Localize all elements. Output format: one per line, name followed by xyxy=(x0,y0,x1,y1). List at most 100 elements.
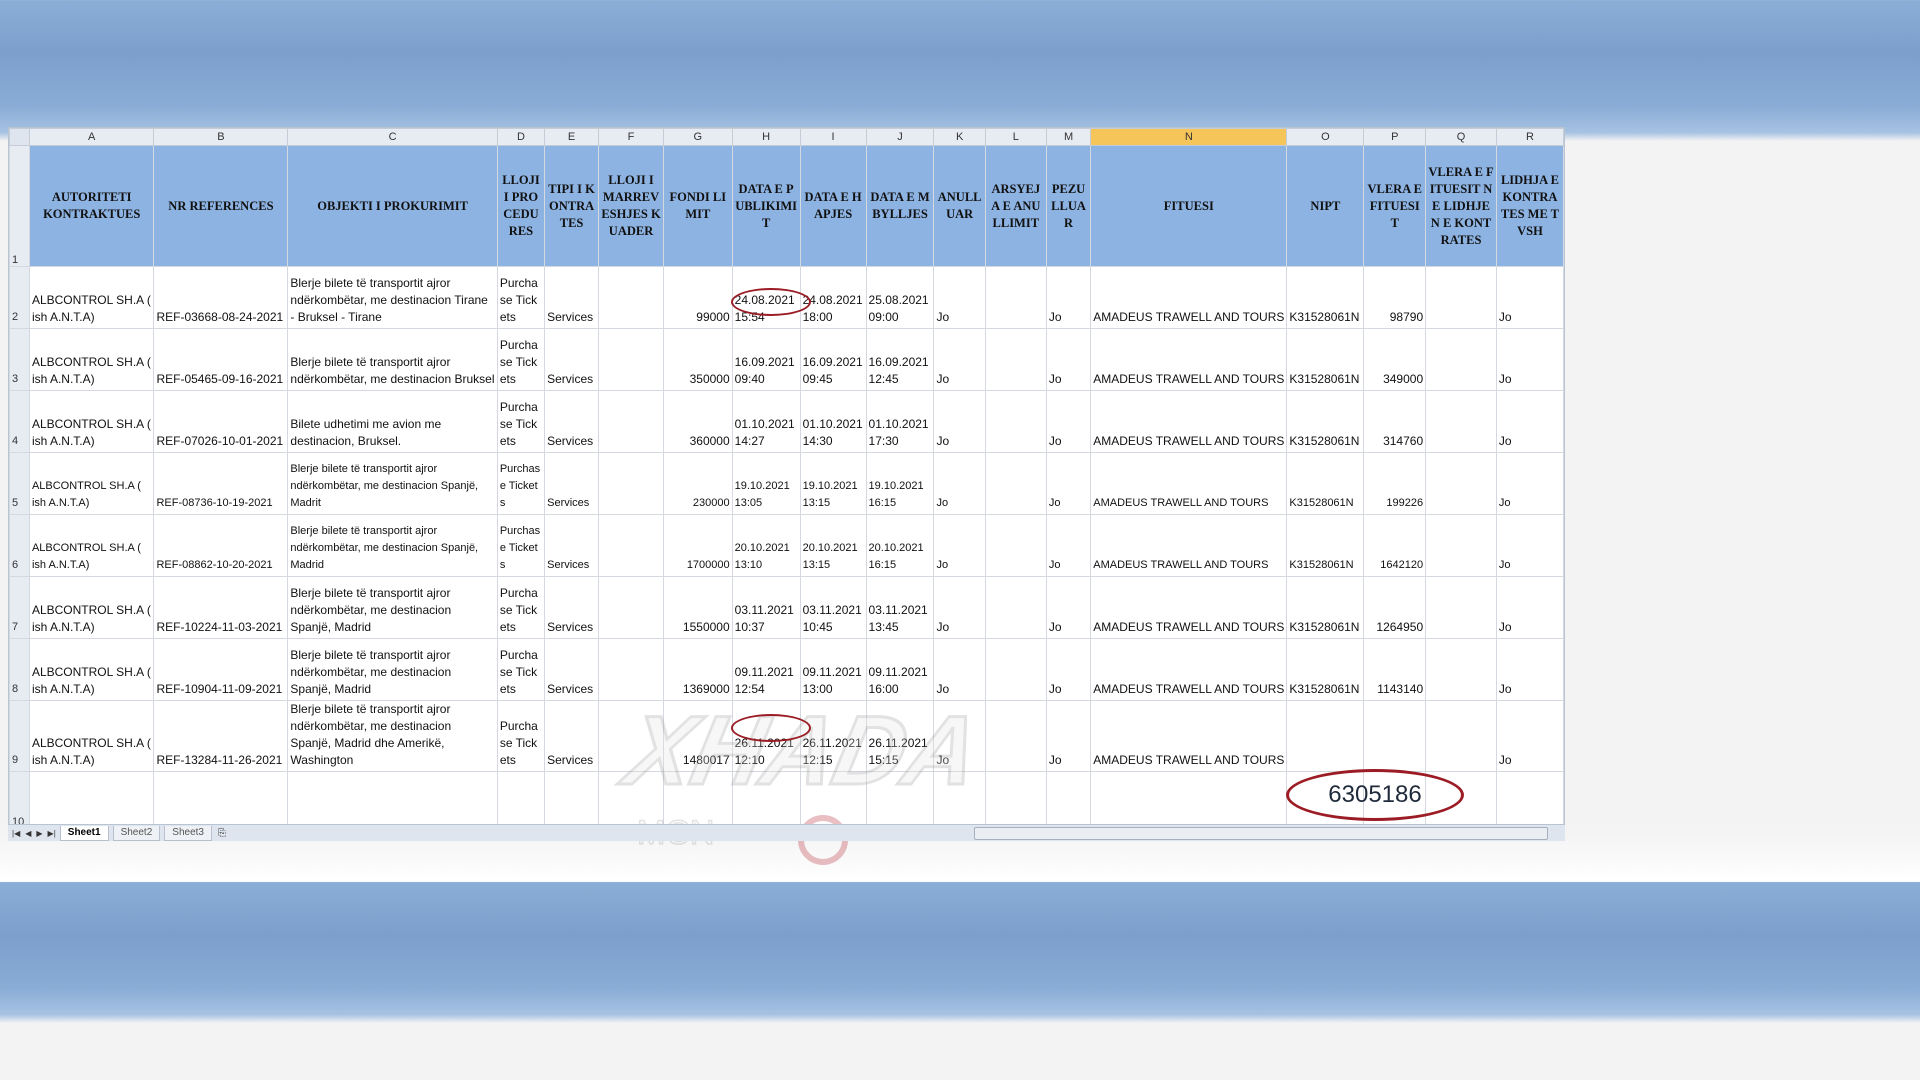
column-header-e[interactable]: E xyxy=(544,128,600,146)
header-cell-n[interactable]: FITUESI xyxy=(1090,145,1288,267)
header-cell-b[interactable]: NR REFERENCES xyxy=(153,145,289,267)
cell-r[interactable]: Jo xyxy=(1495,266,1565,329)
row-number[interactable]: 3 xyxy=(9,328,30,391)
cell-l[interactable] xyxy=(984,700,1047,772)
column-header-q[interactable]: Q xyxy=(1425,128,1497,146)
cell-p[interactable] xyxy=(1363,700,1427,772)
cell-d[interactable]: Purchase Tickets xyxy=(496,576,546,639)
cell-l[interactable] xyxy=(984,266,1047,329)
cell-o[interactable]: K31528061N xyxy=(1286,514,1365,577)
cell-k[interactable]: Jo xyxy=(933,390,986,453)
cell-o[interactable]: K31528061N xyxy=(1286,576,1365,639)
cell-k[interactable]: Jo xyxy=(933,700,986,772)
cell-c[interactable]: Blerje bilete të transportit ajror ndërk… xyxy=(287,638,498,701)
cell-p[interactable]: 1143140 xyxy=(1363,638,1427,701)
cell-e[interactable]: Services xyxy=(544,576,600,639)
cell-p[interactable]: 98790 xyxy=(1363,266,1427,329)
cell-b[interactable]: REF-08862-10-20-2021 xyxy=(153,514,289,577)
cell-m[interactable]: Jo xyxy=(1045,576,1092,639)
cell-m[interactable]: Jo xyxy=(1045,452,1092,515)
cell-i[interactable]: 24.08.2021 18:00 xyxy=(799,266,867,329)
cell-c[interactable]: Bilete udhetimi me avion me destinacion,… xyxy=(287,390,498,453)
cell-a[interactable]: ALBCONTROL SH.A ( ish A.N.T.A) xyxy=(28,576,155,639)
column-header-k[interactable]: K xyxy=(933,128,986,146)
column-header-b[interactable]: B xyxy=(153,128,289,146)
cell-i[interactable]: 09.11.2021 13:00 xyxy=(799,638,867,701)
cell-l[interactable] xyxy=(984,638,1047,701)
cell-l[interactable] xyxy=(984,452,1047,515)
cell-k[interactable]: Jo xyxy=(933,576,986,639)
column-header-p[interactable]: P xyxy=(1363,128,1427,146)
cell-q[interactable] xyxy=(1425,328,1497,391)
cell-j[interactable]: 01.10.2021 17:30 xyxy=(865,390,935,453)
cell-h[interactable]: 20.10.2021 13:10 xyxy=(731,514,801,577)
column-header-d[interactable]: D xyxy=(496,128,546,146)
cell-f[interactable] xyxy=(598,390,665,453)
cell-g[interactable]: 1700000 xyxy=(663,514,733,577)
cell-k[interactable]: Jo xyxy=(933,328,986,391)
cell-j[interactable]: 09.11.2021 16:00 xyxy=(865,638,935,701)
cell-a[interactable]: ALBCONTROL SH.A ( ish A.N.T.A) xyxy=(28,390,155,453)
cell-e[interactable]: Services xyxy=(544,700,600,772)
cell-b[interactable]: REF-10904-11-09-2021 xyxy=(153,638,289,701)
prev-sheet-icon[interactable]: ◀ xyxy=(25,829,31,838)
insert-sheet-icon[interactable]: ⎘ xyxy=(218,828,226,839)
cell-n[interactable]: AMADEUS TRAWELL AND TOURS xyxy=(1090,390,1288,453)
header-cell-d[interactable]: LLOJI I PROCEDURES xyxy=(496,145,546,267)
cell-k[interactable]: Jo xyxy=(933,266,986,329)
cell-f[interactable] xyxy=(598,514,665,577)
cell-i[interactable]: 19.10.2021 13:15 xyxy=(799,452,867,515)
last-sheet-icon[interactable]: ▶| xyxy=(48,829,56,838)
cell-e[interactable]: Services xyxy=(544,328,600,391)
cell-l[interactable] xyxy=(984,390,1047,453)
row-number[interactable]: 8 xyxy=(9,638,30,701)
header-cell-e[interactable]: TIPI I KONTRATES xyxy=(544,145,600,267)
cell-a[interactable]: ALBCONTROL SH.A ( ish A.N.T.A) xyxy=(28,266,155,329)
cell-k[interactable]: Jo xyxy=(933,452,986,515)
cell-b[interactable]: REF-08736-10-19-2021 xyxy=(153,452,289,515)
cell-e[interactable]: Services xyxy=(544,638,600,701)
cell-p[interactable]: 199226 xyxy=(1363,452,1427,515)
cell-f[interactable] xyxy=(598,700,665,772)
cell-l[interactable] xyxy=(984,328,1047,391)
cell-n[interactable]: AMADEUS TRAWELL AND TOURS xyxy=(1090,700,1288,772)
cell-g[interactable]: 1550000 xyxy=(663,576,733,639)
cell-n[interactable]: AMADEUS TRAWELL AND TOURS xyxy=(1090,266,1288,329)
column-header-g[interactable]: G xyxy=(663,128,733,146)
cell-e[interactable]: Services xyxy=(544,390,600,453)
cell-h[interactable]: 01.10.2021 14:27 xyxy=(731,390,801,453)
select-all-corner[interactable] xyxy=(9,128,30,146)
cell-r[interactable]: Jo xyxy=(1495,328,1565,391)
cell-d[interactable]: Purchase Tickets xyxy=(496,390,546,453)
cell-r[interactable]: Jo xyxy=(1495,514,1565,577)
cell-g[interactable]: 350000 xyxy=(663,328,733,391)
cell-q[interactable] xyxy=(1425,638,1497,701)
cell-c[interactable]: Blerje bilete të transportit ajror ndërk… xyxy=(287,266,498,329)
header-cell-g[interactable]: FONDI LIMIT xyxy=(663,145,733,267)
cell-l[interactable] xyxy=(984,576,1047,639)
cell-c[interactable]: Blerje bilete të transportit ajror ndërk… xyxy=(287,452,498,515)
cell-o[interactable] xyxy=(1286,700,1365,772)
cell-r[interactable]: Jo xyxy=(1495,700,1565,772)
cell-c[interactable]: Blerje bilete të transportit ajror ndërk… xyxy=(287,576,498,639)
cell-k[interactable]: Jo xyxy=(933,638,986,701)
cell-d[interactable]: Purchase Tickets xyxy=(496,700,546,772)
cell-j[interactable]: 03.11.2021 13:45 xyxy=(865,576,935,639)
column-header-n[interactable]: N xyxy=(1090,128,1288,146)
column-header-m[interactable]: M xyxy=(1045,128,1092,146)
cell-b[interactable]: REF-13284-11-26-2021 xyxy=(153,700,289,772)
cell-c[interactable]: Blerje bilete të transportit ajror ndërk… xyxy=(287,514,498,577)
cell-m[interactable]: Jo xyxy=(1045,700,1092,772)
cell-i[interactable]: 20.10.2021 13:15 xyxy=(799,514,867,577)
column-header-h[interactable]: H xyxy=(731,128,801,146)
row-number[interactable]: 9 xyxy=(9,700,30,772)
cell-r[interactable]: Jo xyxy=(1495,638,1565,701)
header-cell-q[interactable]: VLERA E FITUESIT NE LIDHJEN E KONTRATES xyxy=(1425,145,1497,267)
column-header-j[interactable]: J xyxy=(865,128,935,146)
cell-n[interactable]: AMADEUS TRAWELL AND TOURS xyxy=(1090,638,1288,701)
cell-o[interactable]: K31528061N xyxy=(1286,638,1365,701)
cell-h[interactable]: 03.11.2021 10:37 xyxy=(731,576,801,639)
cell-k[interactable]: Jo xyxy=(933,514,986,577)
row-number[interactable]: 2 xyxy=(9,266,30,329)
cell-m[interactable]: Jo xyxy=(1045,514,1092,577)
